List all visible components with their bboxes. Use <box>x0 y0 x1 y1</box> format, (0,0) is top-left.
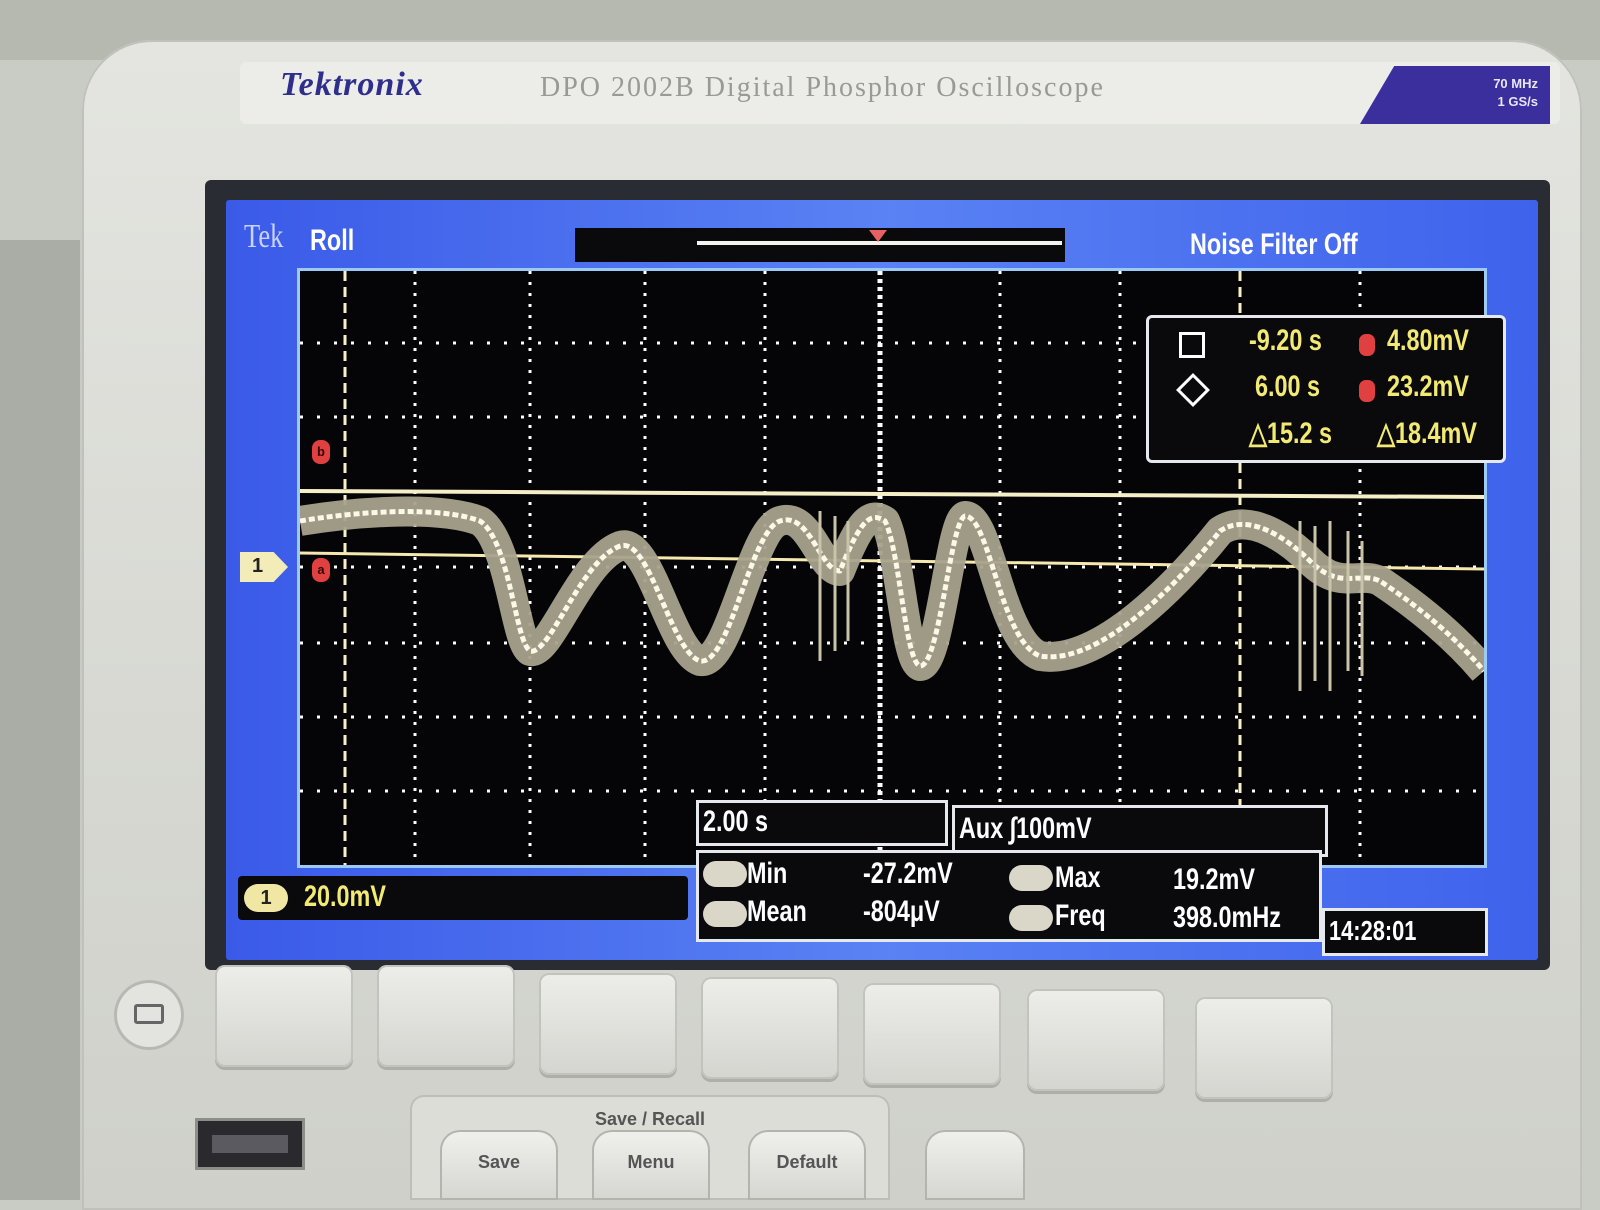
cursor-a-time: -9.20 s <box>1249 324 1322 357</box>
printer-icon <box>134 1004 164 1024</box>
measurement-freq-value: 398.0mHz <box>1173 901 1281 934</box>
bezel-button-4[interactable] <box>701 977 839 1079</box>
measurement-min-label: Min <box>747 857 788 890</box>
waveform-envelope <box>300 496 1484 681</box>
record-view-bar <box>575 228 1065 262</box>
channel-scale-box: 1 20.0mV <box>238 876 688 920</box>
default-setup-button[interactable]: Default <box>748 1130 866 1200</box>
measurement-mean-badge <box>703 901 747 927</box>
acquisition-mode: Roll <box>310 224 355 257</box>
cursor-a-marker: a <box>312 558 330 582</box>
trigger-setting: Aux ∫100mV <box>959 812 1092 845</box>
measurement-freq-label: Freq <box>1055 899 1106 932</box>
bezel-button-2[interactable] <box>377 965 515 1067</box>
badge-bandwidth: 70 MHz <box>1493 76 1538 91</box>
measurement-min-badge <box>703 861 747 887</box>
default-button-label: Default <box>776 1152 838 1172</box>
bezel-button-6[interactable] <box>1027 989 1165 1091</box>
diamond-icon <box>1176 373 1210 407</box>
menu-button[interactable]: Menu <box>592 1130 710 1200</box>
cursor-b-marker: b <box>312 440 330 464</box>
background-left <box>0 240 80 1200</box>
bezel-button-7[interactable] <box>1195 997 1333 1099</box>
cursor-a-channel-icon <box>1359 334 1375 356</box>
measurement-max-value: 19.2mV <box>1173 863 1255 896</box>
save-recall-title: Save / Recall <box>594 1109 706 1129</box>
badge-samplerate: 1 GS/s <box>1497 94 1538 109</box>
cursor-a-value: 4.80mV <box>1387 324 1469 357</box>
brand-logo: Tektronix <box>280 66 424 103</box>
cursor-b-value: 23.2mV <box>1387 370 1469 403</box>
measurement-max-badge <box>1009 865 1053 891</box>
extra-button[interactable] <box>925 1130 1025 1200</box>
cursor-b-time: 6.00 s <box>1255 370 1321 403</box>
channel-scale-value: 20.0mV <box>304 880 386 913</box>
cursor-readout-panel: -9.20 s 6.00 s △15.2 s 4.80mV 23.2mV △18… <box>1146 315 1506 463</box>
menu-button-label: Menu <box>627 1152 675 1172</box>
cursor-b-horizontal <box>300 489 1484 499</box>
measurement-min-value: -27.2mV <box>863 857 953 890</box>
bezel-button-1[interactable] <box>215 965 353 1067</box>
measurement-freq-badge <box>1009 905 1053 931</box>
print-button[interactable] <box>114 980 184 1050</box>
bezel-button-3[interactable] <box>539 973 677 1075</box>
cursor-delta-value: △18.4mV <box>1377 417 1477 450</box>
measurement-mean-value: -804μV <box>863 895 940 928</box>
square-icon <box>1179 332 1205 358</box>
measurement-mean-label: Mean <box>747 895 807 928</box>
trigger-position-icon <box>869 230 887 242</box>
clock-time: 14:28:01 <box>1329 915 1417 946</box>
cursor-delta-time: △15.2 s <box>1249 417 1333 450</box>
channel-1-badge: 1 <box>244 884 288 912</box>
bezel-button-row <box>215 965 1375 1099</box>
noise-filter-status: Noise Filter Off <box>1190 228 1358 261</box>
channel-1-marker-label: 1 <box>252 555 264 577</box>
cursor-b-channel-icon <box>1359 380 1375 402</box>
timebase-value: 2.00 s <box>703 805 769 838</box>
measurements-panel: Min -27.2mV Max 19.2mV Mean -804μV Freq … <box>696 850 1322 942</box>
measurement-max-label: Max <box>1055 861 1101 894</box>
tek-label: Tek <box>244 218 284 255</box>
usb-port[interactable] <box>195 1118 305 1170</box>
save-button-label: Save <box>477 1152 521 1172</box>
save-button[interactable]: Save <box>440 1130 558 1200</box>
model-label: DPO 2002B Digital Phosphor Oscilloscope <box>540 72 1105 103</box>
bezel-button-5[interactable] <box>863 983 1001 1085</box>
timebase-box: 2.00 s <box>696 800 948 846</box>
clock-box: 14:28:01 <box>1322 908 1488 956</box>
